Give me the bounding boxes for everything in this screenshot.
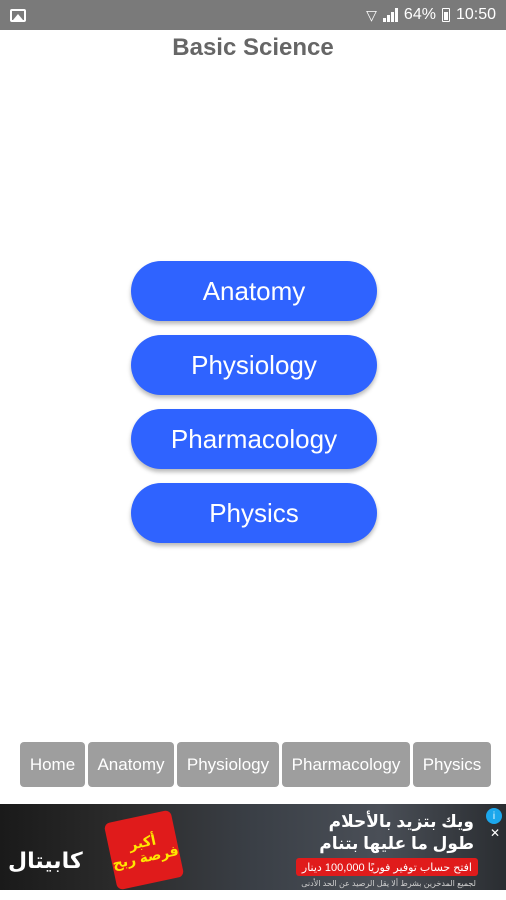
clock: 10:50 <box>455 6 496 23</box>
ad-burst-badge: أكبر فرصة ربح <box>103 809 185 890</box>
physics-button[interactable]: Physics <box>131 483 377 543</box>
close-icon[interactable]: ✕ <box>488 826 502 840</box>
status-bar: ▽ 64% 10:50 <box>0 0 506 30</box>
tab-physiology[interactable]: Physiology <box>177 742 279 787</box>
ad-banner[interactable]: كابيتال أكبر فرصة ربح ويك بتزيد بالأحلام… <box>0 804 506 890</box>
physiology-button[interactable]: Physiology <box>131 335 377 395</box>
page-title: Basic Science <box>172 34 334 61</box>
signal-icon <box>382 8 398 22</box>
ad-logo: كابيتال <box>8 848 83 873</box>
adchoices-icon[interactable]: i <box>486 808 502 824</box>
ad-headline-1: ويك بتزيد بالأحلام <box>328 812 474 831</box>
pharmacology-button[interactable]: Pharmacology <box>131 409 377 469</box>
anatomy-button[interactable]: Anatomy <box>131 261 377 321</box>
tab-physics[interactable]: Physics <box>413 742 491 787</box>
tab-anatomy[interactable]: Anatomy <box>88 742 174 787</box>
gallery-icon <box>10 8 26 22</box>
battery-icon <box>441 8 450 22</box>
bottom-nav: Home Anatomy Physiology Pharmacology Phy… <box>20 742 491 787</box>
wifi-icon: ▽ <box>366 7 377 23</box>
main-menu: Anatomy Physiology Pharmacology Physics <box>131 261 377 557</box>
battery-percent: 64% <box>403 6 436 23</box>
ad-offer-pill: افتح حساب توفير فوريًا 100,000 دينار <box>295 858 478 876</box>
tab-home[interactable]: Home <box>20 742 85 787</box>
tab-pharmacology[interactable]: Pharmacology <box>282 742 410 787</box>
ad-fine-print: لجميع المدخرين بشرط ألا يقل الرصيد عن ال… <box>301 879 476 888</box>
ad-headline-2: طول ما عليها بتنام <box>319 834 474 853</box>
